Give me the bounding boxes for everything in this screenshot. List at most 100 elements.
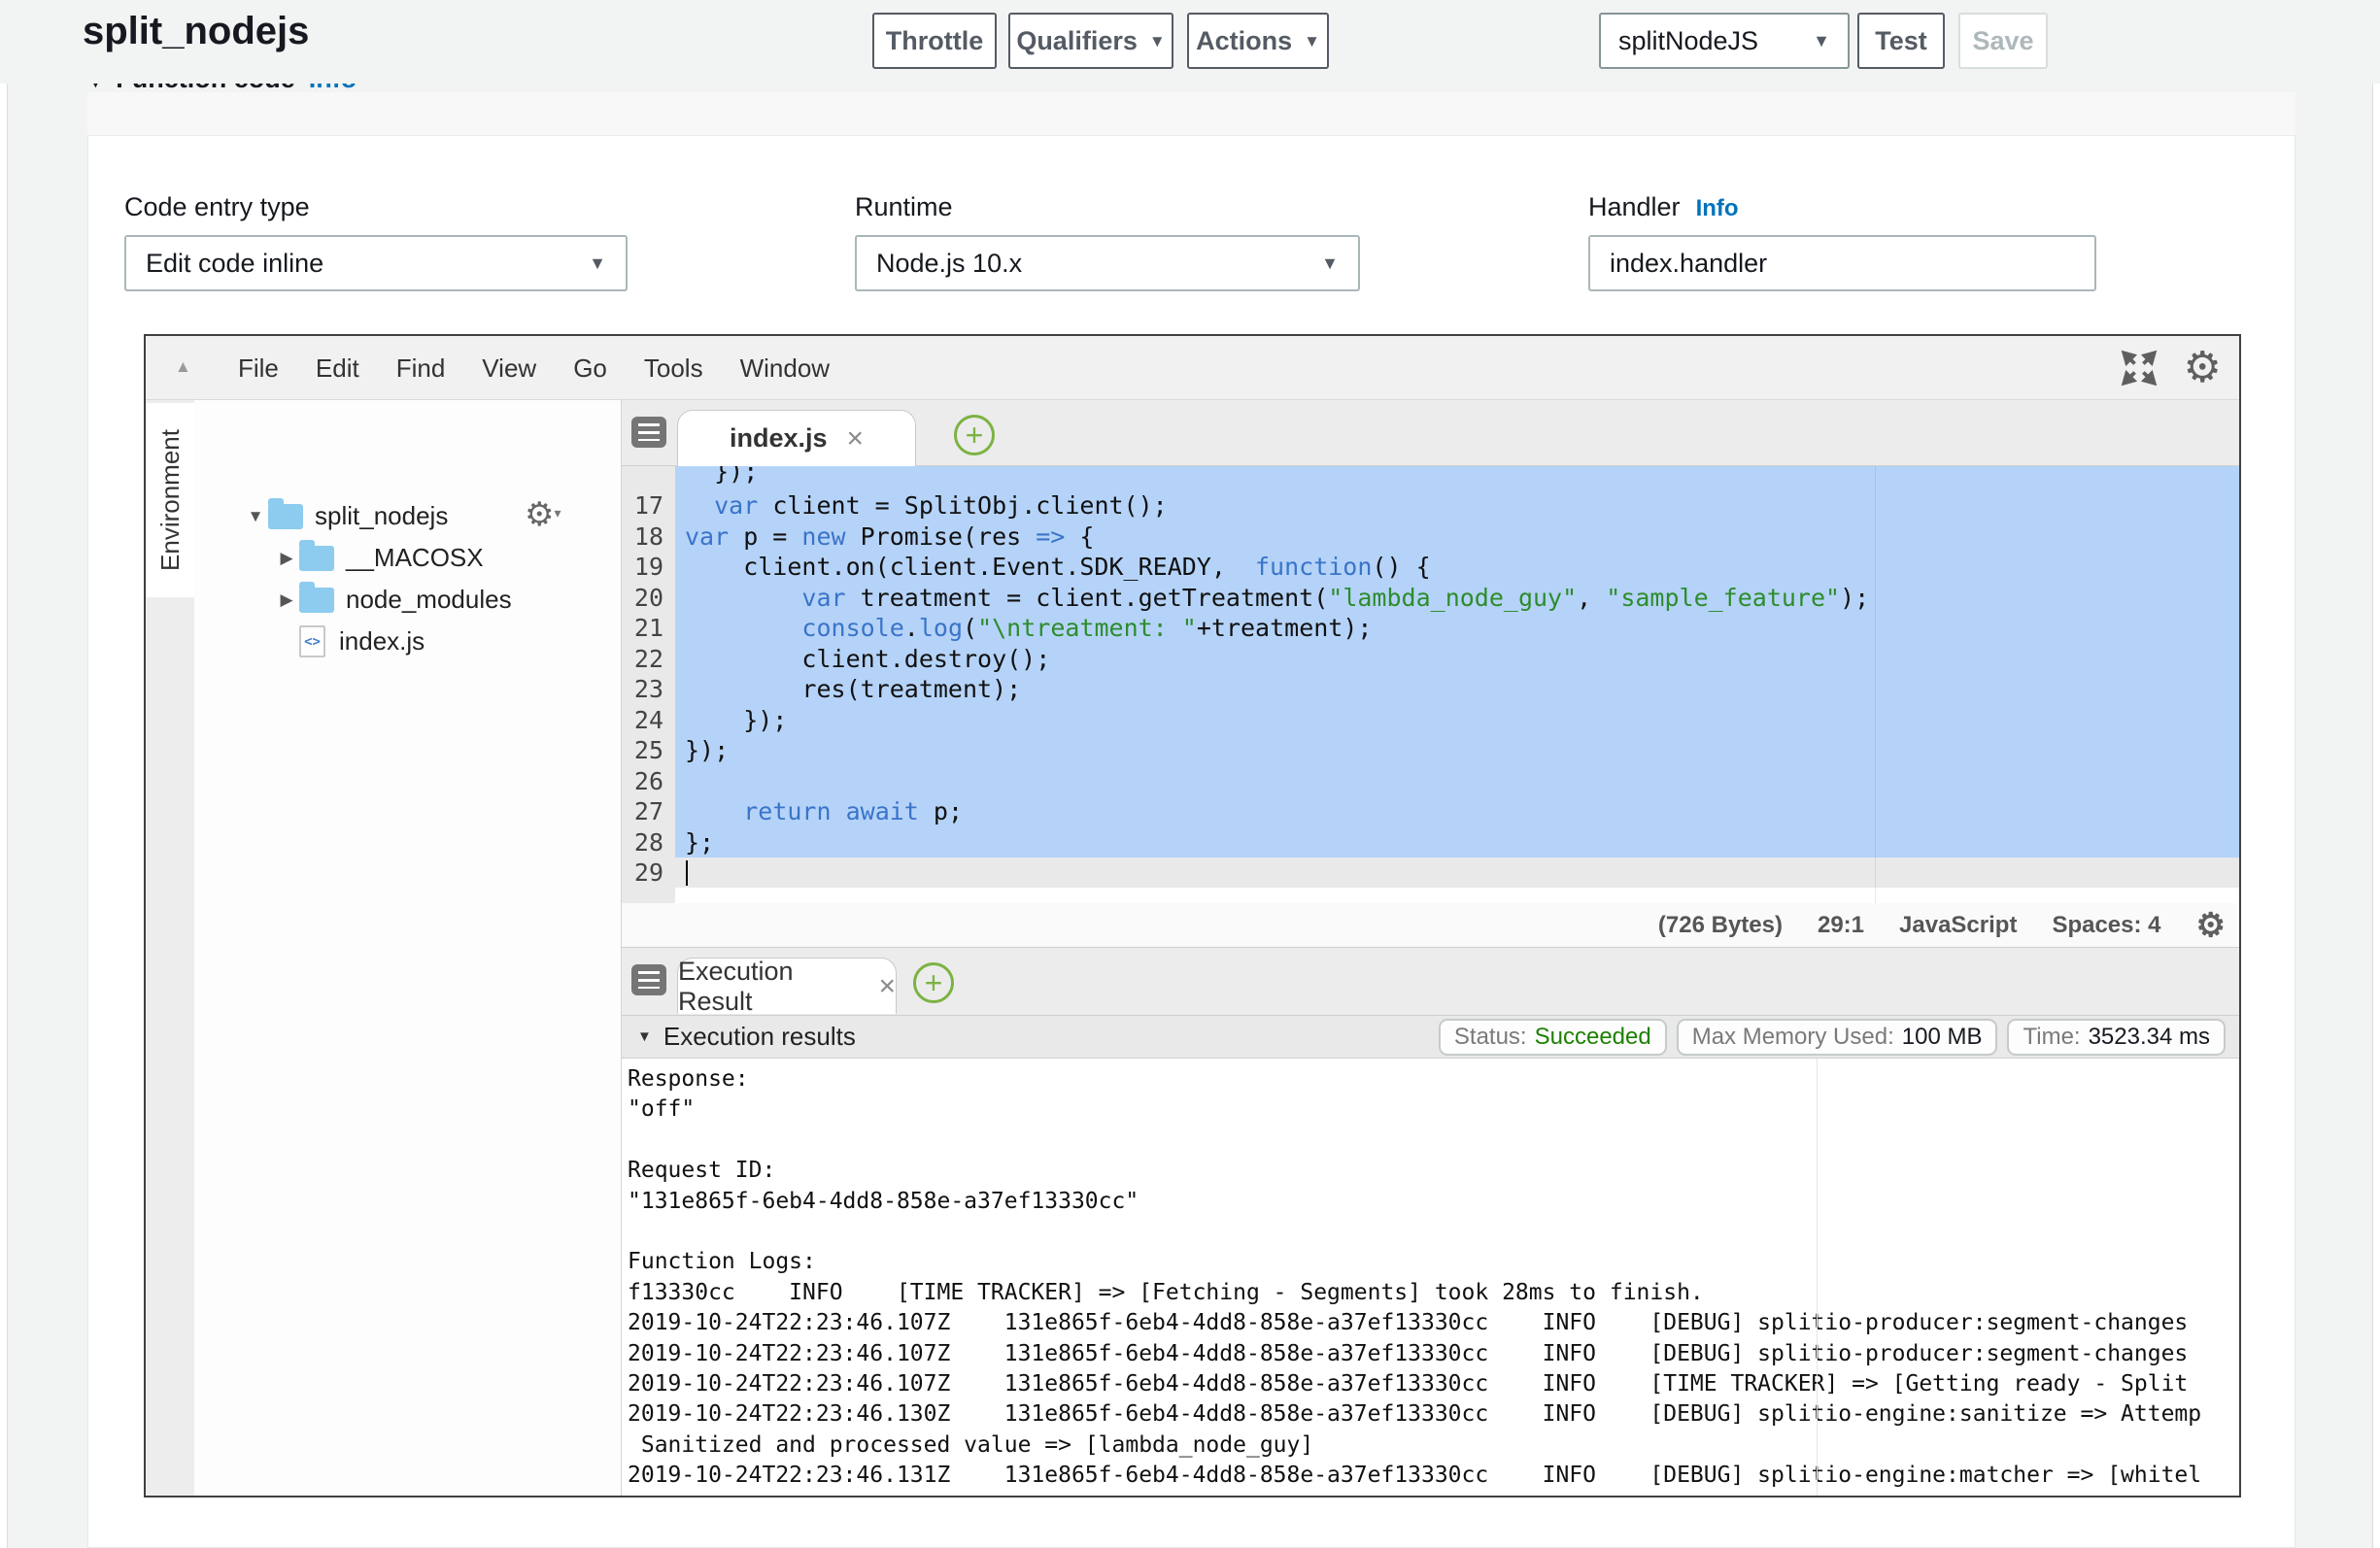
handler-input[interactable]: index.handler — [1588, 235, 2096, 291]
clipped-code-line: }); — [675, 466, 2239, 490]
code-token: . — [904, 614, 919, 642]
keyword-token: => — [1036, 522, 1065, 551]
code-token — [685, 584, 801, 612]
code-token — [832, 797, 846, 825]
chevron-down-icon: ▼ — [1813, 31, 1830, 51]
test-event-select[interactable]: splitNodeJS ▼ — [1599, 13, 1850, 69]
execution-results-title[interactable]: ▼ Execution results — [637, 1022, 856, 1052]
menu-file[interactable]: File — [238, 353, 279, 384]
code-token: client = SplitObj.client(); — [758, 491, 1167, 520]
js-file-icon: <> — [299, 625, 325, 657]
code-line-22: client.destroy(); — [675, 644, 2239, 675]
save-button[interactable]: Save — [1958, 13, 2048, 69]
badge-label: Status: — [1454, 1024, 1527, 1051]
line-number-gutter: 17181920212223242526272829 — [622, 466, 675, 903]
tree-item-node-modules[interactable]: ▶node_modules — [274, 579, 512, 621]
code-token: }); — [685, 706, 787, 734]
menu-window[interactable]: Window — [740, 353, 830, 384]
tab-list-icon[interactable] — [631, 417, 666, 448]
badge-label: Time: — [2023, 1024, 2080, 1051]
badge-value: 3523.34 ms — [2089, 1024, 2210, 1051]
code-token: }); — [685, 736, 729, 764]
handler-label: HandlerInfo — [1588, 192, 1739, 222]
keyword-token: var — [714, 491, 758, 520]
tab-execution-result[interactable]: Execution Result × — [677, 958, 897, 1014]
environment-tab[interactable]: Environment — [146, 403, 194, 597]
results-tabbar: Execution Result × + — [622, 948, 2239, 1016]
text-cursor — [686, 860, 688, 886]
chevron-down-icon: ▼ — [1149, 33, 1166, 50]
tab-list-icon[interactable] — [631, 964, 666, 995]
code-line-29 — [675, 858, 2239, 889]
menu-view[interactable]: View — [482, 353, 536, 384]
line-number: 24 — [622, 705, 663, 736]
file-size: (726 Bytes) — [1658, 912, 1783, 939]
test-label: Test — [1875, 26, 1927, 56]
triangle-down-icon: ▼ — [637, 1028, 652, 1045]
code-token: treatment = client.getTreatment( — [846, 584, 1329, 612]
browser-scrollbar-track[interactable] — [2372, 0, 2380, 1548]
actions-button[interactable]: Actions ▼ — [1187, 13, 1329, 69]
keyword-token: await — [846, 797, 919, 825]
tree-settings-gear-icon[interactable]: ⚙▾ — [525, 495, 561, 534]
caret-collapsed-icon[interactable]: ▶ — [274, 590, 299, 610]
statusbar-settings-gear-icon[interactable]: ⚙ — [2196, 909, 2226, 942]
test-button[interactable]: Test — [1857, 13, 1945, 69]
cursor-position[interactable]: 29:1 — [1818, 912, 1864, 939]
line-number: 17 — [622, 490, 663, 522]
close-icon[interactable]: × — [878, 970, 896, 1003]
editor-settings-gear-icon[interactable]: ⚙ — [2184, 347, 2222, 389]
keyword-token: new — [801, 522, 845, 551]
runtime-select[interactable]: Node.js 10.x ▼ — [855, 235, 1360, 291]
keyword-token: console — [801, 614, 903, 642]
code-token — [685, 797, 743, 825]
qualifiers-button[interactable]: Qualifiers ▼ — [1008, 13, 1173, 69]
tree-item-split-nodejs[interactable]: ▼split_nodejs — [243, 495, 448, 537]
indent-setting[interactable]: Spaces: 4 — [2052, 912, 2160, 939]
language-mode[interactable]: JavaScript — [1899, 912, 2017, 939]
menu-find[interactable]: Find — [396, 353, 446, 384]
menu-go[interactable]: Go — [573, 353, 607, 384]
line-number: 29 — [622, 858, 663, 889]
save-label: Save — [1972, 26, 2033, 56]
file-tree-panel: ▼split_nodejs▶__MACOSX▶node_modules <> ind… — [194, 400, 622, 1498]
chevron-down-icon: ▼ — [589, 253, 606, 274]
code-line-19: client.on(client.Event.SDK_READY, functi… — [675, 552, 2239, 583]
status-badge: Max Memory Used: 100 MB — [1677, 1019, 1998, 1056]
fullscreen-icon[interactable] — [2120, 349, 2159, 387]
tab-index-js[interactable]: index.js × — [677, 410, 916, 466]
line-number: 26 — [622, 766, 663, 797]
tree-item---macosx[interactable]: ▶__MACOSX — [274, 537, 484, 579]
tree-item-label: index.js — [339, 626, 425, 656]
code-line-27: return await p; — [675, 796, 2239, 827]
caret-expanded-icon[interactable]: ▼ — [243, 507, 268, 526]
line-number: 18 — [622, 522, 663, 553]
new-tab-button[interactable]: + — [913, 962, 954, 1003]
collapse-menubar-icon[interactable]: ▲ — [175, 357, 191, 377]
throttle-button[interactable]: Throttle — [872, 13, 997, 69]
keyword-token: var — [801, 584, 845, 612]
tree-item-index.js[interactable]: <> index.js — [274, 621, 425, 662]
page-title: split_nodejs — [83, 10, 309, 53]
handler-info-link[interactable]: Info — [1696, 195, 1739, 221]
close-icon[interactable]: × — [847, 422, 865, 455]
badge-label: Max Memory Used: — [1692, 1024, 1894, 1051]
code-token: () { — [1372, 553, 1430, 581]
caret-collapsed-icon[interactable]: ▶ — [274, 549, 299, 568]
code-entry-type-select[interactable]: Edit code inline ▼ — [124, 235, 628, 291]
line-number: 23 — [622, 674, 663, 705]
code-line-17: var client = SplitObj.client(); — [675, 490, 2239, 522]
menu-edit[interactable]: Edit — [316, 353, 359, 384]
new-tab-button[interactable]: + — [954, 415, 995, 455]
line-number: 27 — [622, 796, 663, 827]
menu-tools[interactable]: Tools — [644, 353, 703, 384]
badge-value: 100 MB — [1902, 1024, 1983, 1051]
handler-value: index.handler — [1610, 249, 1767, 279]
code-line-21: console.log("\ntreatment: "+treatment); — [675, 613, 2239, 644]
badge-value: Succeeded — [1535, 1024, 1651, 1051]
runtime-value: Node.js 10.x — [876, 249, 1022, 279]
editor-main-column: index.js × + 17181920212223242526272829 … — [622, 400, 2239, 1498]
code-line-23: res(treatment); — [675, 674, 2239, 705]
code-token: ); — [1840, 584, 1869, 612]
code-editor-area[interactable]: 17181920212223242526272829 }); var clien… — [622, 466, 2239, 903]
